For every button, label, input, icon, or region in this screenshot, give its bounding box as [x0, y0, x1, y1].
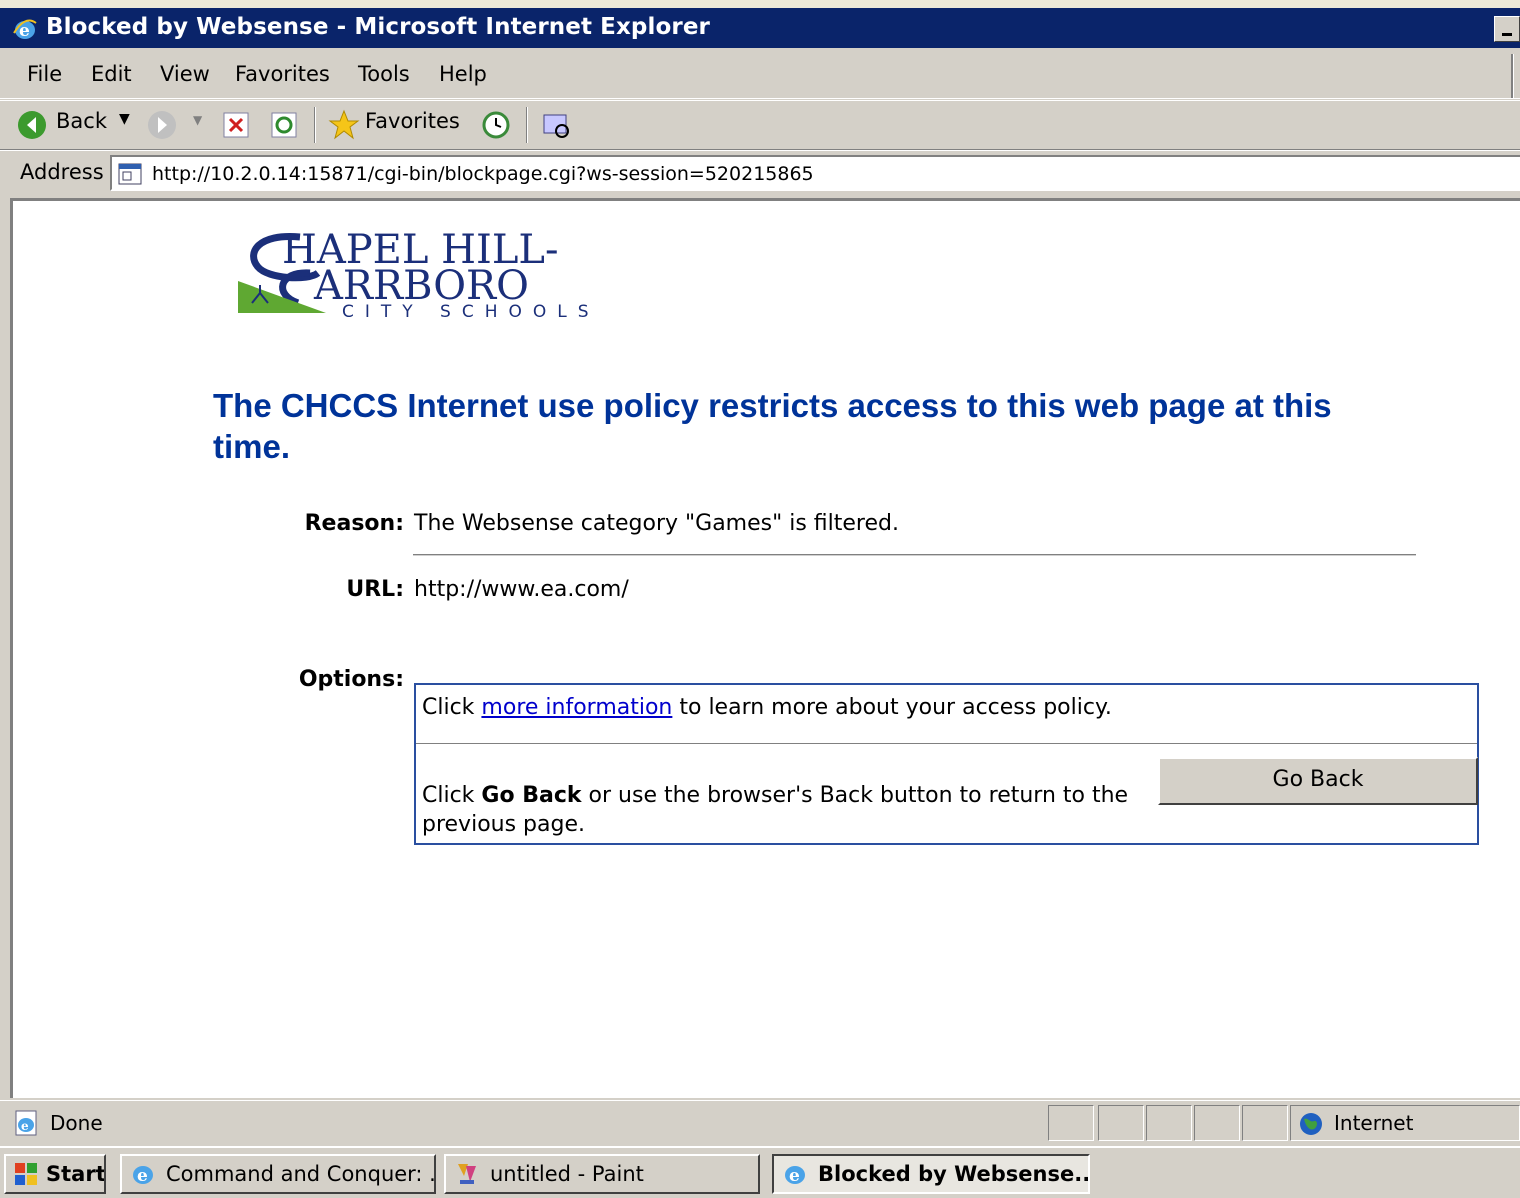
status-panel — [1048, 1105, 1094, 1141]
menu-help[interactable]: Help — [439, 62, 487, 86]
svg-text:e: e — [789, 1166, 800, 1186]
url-label: URL: — [346, 577, 404, 602]
taskbar-item-paint[interactable]: untitled - Paint — [444, 1154, 760, 1194]
school-logo: HAPEL HILL- ARRBORO CITY SCHOOLS — [238, 223, 688, 323]
menu-bar: File Edit View Favorites Tools Help — [0, 50, 1520, 99]
window-title: Blocked by Websense - Microsoft Internet… — [46, 14, 710, 40]
menu-view[interactable]: View — [160, 62, 210, 86]
paint-icon — [458, 1164, 476, 1184]
taskbar-item-blocked-by-websense[interactable]: e Blocked by Websense... — [772, 1154, 1090, 1194]
start-button[interactable]: Start — [4, 1154, 106, 1194]
page-icon — [118, 163, 142, 185]
menu-file[interactable]: File — [27, 62, 62, 86]
history-icon[interactable] — [480, 109, 512, 141]
option1-pre: Click — [422, 695, 482, 720]
address-input[interactable]: http://10.2.0.14:15871/cgi-bin/blockpage… — [110, 155, 1520, 191]
status-panel — [1146, 1105, 1192, 1141]
taskbar-item-label: untitled - Paint — [490, 1162, 644, 1186]
star-icon — [328, 109, 360, 140]
menu-divider — [1511, 54, 1514, 98]
forward-arrow-icon[interactable] — [146, 109, 178, 141]
refresh-icon[interactable] — [270, 111, 298, 139]
forward-dropdown-icon[interactable]: ▼ — [193, 113, 202, 127]
back-label: Back — [56, 109, 107, 133]
toolbar: Back ▼ ▼ Favorites — [0, 100, 1520, 150]
menu-favorites[interactable]: Favorites — [235, 62, 330, 86]
favorites-button[interactable]: Favorites — [328, 109, 468, 141]
stop-icon[interactable] — [222, 111, 250, 139]
option2-bold: Go Back — [481, 783, 582, 808]
taskbar-item-command-and-conquer[interactable]: e Command and Conquer: ... — [120, 1154, 436, 1194]
status-panel — [1098, 1105, 1144, 1141]
svg-text:e: e — [137, 1166, 148, 1186]
block-heading: The CHCCS Internet use policy restricts … — [213, 387, 1332, 465]
status-panel — [1242, 1105, 1288, 1141]
logo-line3: CITY SCHOOLS — [342, 302, 600, 322]
back-button[interactable]: Back — [16, 109, 116, 141]
url-value: http://www.ea.com/ — [414, 577, 629, 602]
back-dropdown-icon[interactable]: ▼ — [119, 111, 130, 127]
status-panel — [1194, 1105, 1240, 1141]
windows-logo-icon — [15, 1163, 37, 1185]
divider — [413, 554, 1416, 556]
toolbar-separator — [314, 107, 316, 143]
option-more-info-text: Click more information to learn more abo… — [422, 695, 1112, 720]
back-arrow-icon — [18, 111, 46, 139]
taskbar: Start e Command and Conquer: ... untitle… — [0, 1146, 1520, 1198]
reason-value: The Websense category "Games" is filtere… — [414, 511, 899, 536]
top-strip — [0, 0, 1520, 8]
zone-text: Internet — [1334, 1111, 1414, 1135]
reason-label: Reason: — [304, 511, 404, 536]
page-content: HAPEL HILL- ARRBORO CITY SCHOOLS The CHC… — [10, 198, 1520, 1098]
options-label: Options: — [298, 667, 404, 692]
option2-pre: Click — [422, 783, 482, 808]
menu-tools[interactable]: Tools — [358, 62, 410, 86]
ie-icon: e — [785, 1166, 805, 1186]
media-icon[interactable] — [540, 109, 572, 141]
taskbar-item-label: Command and Conquer: ... — [166, 1162, 436, 1186]
start-label: Start — [46, 1162, 106, 1186]
address-bar: Address http://10.2.0.14:15871/cgi-bin/b… — [0, 150, 1520, 197]
ie-icon: e — [133, 1166, 153, 1186]
window-titlebar[interactable]: e Blocked by Websense - Microsoft Intern… — [0, 8, 1520, 48]
option-more-info-row: Click more information to learn more abo… — [416, 685, 1477, 744]
more-information-link[interactable]: more information — [481, 695, 672, 720]
go-back-button[interactable]: Go Back — [1158, 757, 1478, 805]
toolbar-separator — [526, 107, 528, 143]
ie-icon: e — [13, 19, 37, 41]
menu-edit[interactable]: Edit — [91, 62, 132, 86]
address-url: http://10.2.0.14:15871/cgi-bin/blockpage… — [152, 163, 814, 185]
svg-text:e: e — [21, 1119, 29, 1133]
status-text: Done — [50, 1111, 103, 1135]
options-box: Click more information to learn more abo… — [414, 683, 1479, 845]
option1-post: to learn more about your access policy. — [672, 695, 1112, 720]
favorites-label: Favorites — [365, 109, 460, 133]
address-label: Address — [20, 160, 104, 184]
status-bar: e Done Internet — [0, 1100, 1520, 1145]
minimize-button[interactable] — [1494, 16, 1520, 42]
taskbar-item-label: Blocked by Websense... — [818, 1162, 1090, 1186]
page-done-icon: e — [15, 1110, 37, 1136]
globe-icon — [1300, 1113, 1322, 1135]
option-go-back-text: Click Go Back or use the browser's Back … — [422, 781, 1162, 839]
